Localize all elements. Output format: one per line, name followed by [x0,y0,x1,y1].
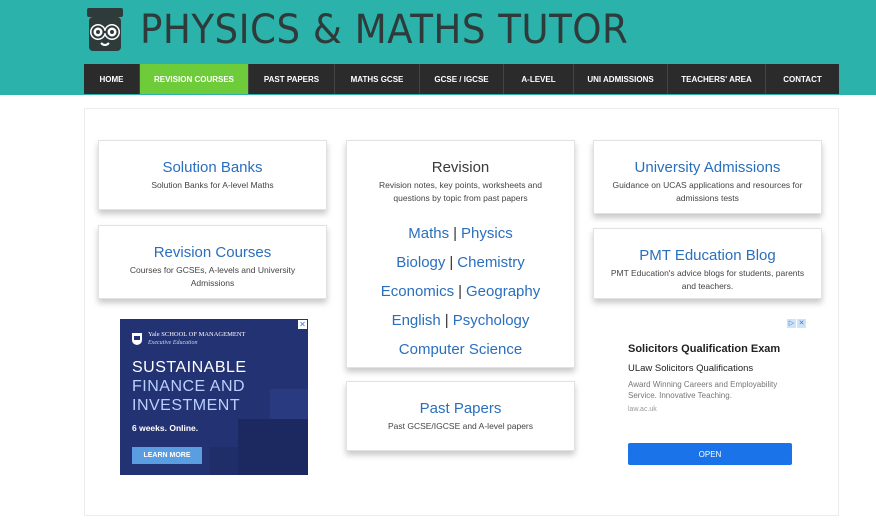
card-title[interactable]: University Admissions [594,159,821,176]
subject-links: Maths | Physics Biology | Chemistry Economic… [347,219,574,364]
main-content: Solution Banks Solution Banks for A-leve… [84,108,839,516]
ad-choices[interactable]: ▷ ✕ [787,319,806,328]
ad-duration: 6 weeks. Online. [132,423,199,433]
link-row: Economics | Geography [347,277,574,306]
open-button[interactable]: OPEN [628,443,792,465]
link-biology[interactable]: Biology [396,254,445,271]
close-icon[interactable]: ✕ [797,319,806,328]
ad-headline-1: SUSTAINABLE [132,359,247,376]
ad-decor [210,447,238,475]
nav-past-papers[interactable]: PAST PAPERS [249,64,335,94]
site-title[interactable]: PHYSICS & MATHS TUTOR [140,7,628,53]
card-title[interactable]: Past Papers [347,400,574,417]
card-desc: PMT Education's advice blogs for student… [610,268,805,291]
past-papers-card[interactable]: Past Papers Past GCSE/IGCSE and A-level … [346,381,575,451]
ad-choices-icon[interactable]: ▷ [787,319,796,328]
card-desc: Solution Banks for A-level Maths [151,180,274,190]
ad-subtitle: ULaw Solicitors Qualifications [628,363,754,374]
card-title[interactable]: PMT Education Blog [594,247,821,264]
yale-text: Yale SCHOOL OF MANAGEMENT Executive Educ… [148,331,246,347]
nav-home[interactable]: HOME [84,64,140,94]
main-nav: HOME REVISION COURSES PAST PAPERS MATHS … [84,64,839,94]
link-chemistry[interactable]: Chemistry [457,254,525,271]
link-maths[interactable]: Maths [408,225,449,242]
pmt-blog-card[interactable]: PMT Education Blog PMT Education's advic… [593,228,822,299]
nav-revision-courses[interactable]: REVISION COURSES [140,64,249,94]
link-physics[interactable]: Physics [461,225,513,242]
site-header: PHYSICS & MATHS TUTOR HOME REVISION COUR… [0,0,876,95]
nav-teachers-area[interactable]: TEACHERS' AREA [668,64,766,94]
card-desc: Revision notes, key points, worksheets a… [378,180,542,203]
ad-headline-3: INVESTMENT [132,397,241,414]
separator: | [458,283,463,300]
nav-uni-admissions[interactable]: UNI ADMISSIONS [574,64,668,94]
ad-description: Award Winning Careers and Employability … [628,380,778,400]
revision-card: Revision Revision notes, key points, wor… [346,140,575,368]
ad-title[interactable]: Solicitors Qualification Exam [628,343,780,355]
card-desc: Past GCSE/IGCSE and A-level papers [387,421,534,431]
ad-decor [238,419,308,475]
link-psychology[interactable]: Psychology [453,312,530,329]
yale-brand-name: Yale SCHOOL OF MANAGEMENT [148,331,246,338]
link-row: Maths | Physics [347,219,574,248]
yale-shield-icon [132,333,142,345]
card-title[interactable]: Solution Banks [99,159,326,176]
nav-gcse-igcse[interactable]: GCSE / IGCSE [420,64,504,94]
link-english[interactable]: English [392,312,441,329]
link-economics[interactable]: Economics [381,283,454,300]
yale-brand: Yale SCHOOL OF MANAGEMENT Executive Educ… [132,331,246,347]
close-icon[interactable]: ✕ [298,320,307,329]
owl-logo-icon[interactable] [84,8,126,54]
ad-headline-2: FINANCE AND [132,378,246,395]
solution-banks-card[interactable]: Solution Banks Solution Banks for A-leve… [98,140,327,210]
card-title[interactable]: Revision Courses [99,244,326,261]
ad-url[interactable]: law.ac.uk [628,406,657,413]
separator: | [453,225,458,242]
ulaw-ad[interactable]: ▷ ✕ Solicitors Qualification Exam ULaw S… [616,319,806,475]
link-geography[interactable]: Geography [466,283,540,300]
ad-decor [270,389,308,419]
separator: | [449,254,454,271]
university-admissions-card[interactable]: University Admissions Guidance on UCAS a… [593,140,822,214]
separator: | [444,312,449,329]
learn-more-button[interactable]: LEARN MORE [132,447,202,464]
yale-ad[interactable]: Yale SCHOOL OF MANAGEMENT Executive Educ… [120,319,308,475]
yale-brand-sub: Executive Education [148,340,198,346]
link-row: English | Psychology [347,306,574,335]
link-computer-science[interactable]: Computer Science [399,341,522,358]
nav-contact[interactable]: CONTACT [766,64,839,94]
card-desc: Guidance on UCAS applications and resour… [612,180,803,203]
card-title: Revision [431,159,490,176]
link-row: Computer Science [347,335,574,364]
link-row: Biology | Chemistry [347,248,574,277]
card-desc: Courses for GCSEs, A-levels and Universi… [129,265,296,288]
nav-maths-gcse[interactable]: MATHS GCSE [335,64,420,94]
nav-a-level[interactable]: A-LEVEL [504,64,574,94]
revision-courses-card[interactable]: Revision Courses Courses for GCSEs, A-le… [98,225,327,299]
